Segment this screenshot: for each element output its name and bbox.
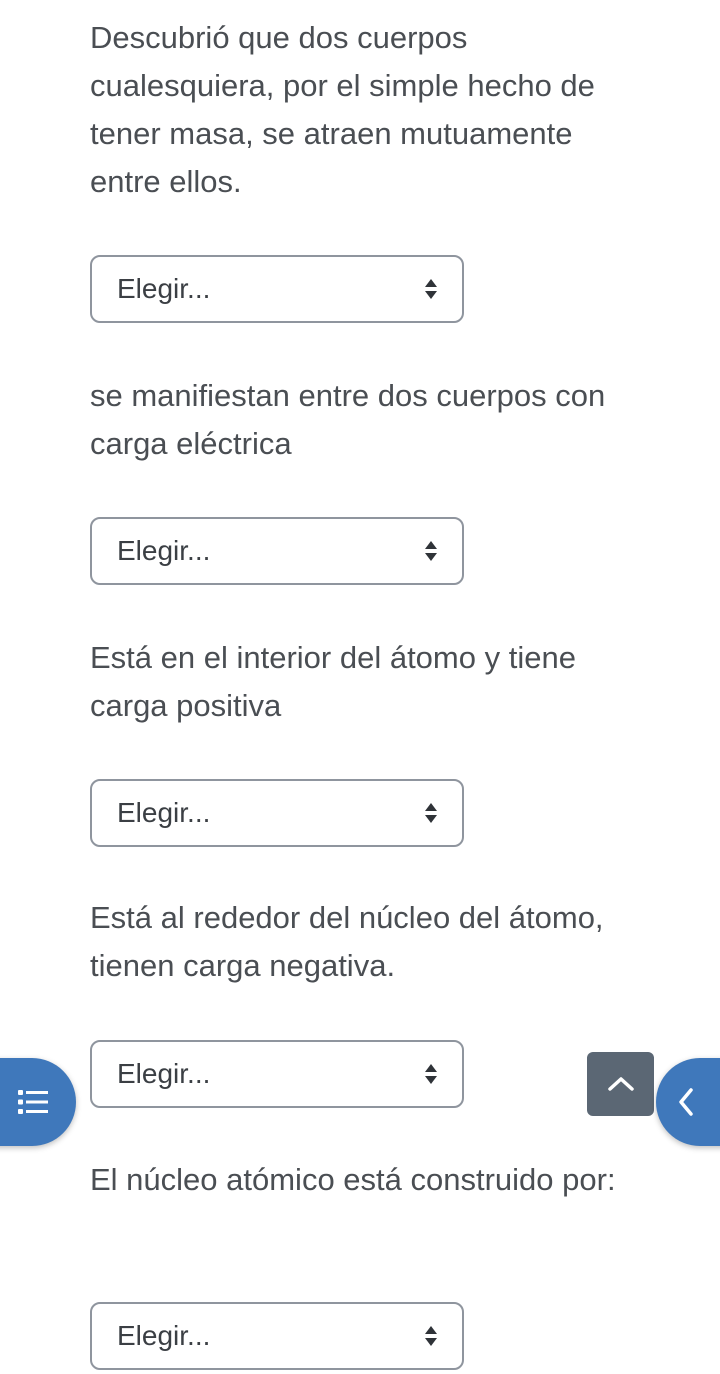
block-drawer-toggle-button[interactable]	[656, 1058, 720, 1146]
question-text-1: Descubrió que dos cuerpos cualesquiera, …	[90, 20, 595, 199]
sort-arrows-icon	[425, 1326, 437, 1346]
answer-select-1[interactable]: Elegir...	[90, 255, 464, 323]
select-value: Elegir...	[117, 1320, 211, 1351]
sort-arrows-icon	[425, 279, 437, 299]
answer-select-4[interactable]: Elegir...	[90, 1040, 464, 1108]
sort-arrows-icon	[425, 1064, 437, 1084]
select-value: Elegir...	[117, 273, 211, 304]
sort-arrows-icon	[425, 803, 437, 823]
course-index-toggle-button[interactable]	[0, 1058, 76, 1146]
sort-arrows-icon	[425, 541, 437, 561]
select-value: Elegir...	[117, 1058, 211, 1089]
list-icon	[18, 1090, 48, 1114]
chevron-left-icon	[679, 1088, 693, 1116]
question-text-4: Está al rededor del núcleo del átomo, ti…	[90, 900, 604, 983]
back-to-top-button[interactable]	[587, 1052, 654, 1116]
select-value: Elegir...	[117, 797, 211, 828]
answer-select-5[interactable]: Elegir...	[90, 1302, 464, 1370]
answer-select-3[interactable]: Elegir...	[90, 779, 464, 847]
select-value: Elegir...	[117, 535, 211, 566]
answer-select-2[interactable]: Elegir...	[90, 517, 464, 585]
question-text-2: se manifiestan entre dos cuerpos con car…	[90, 378, 606, 461]
question-text-3: Está en el interior del átomo y tiene ca…	[90, 640, 576, 723]
question-text-5: El núcleo atómico está construido por:	[90, 1162, 616, 1197]
chevron-up-icon	[607, 1077, 634, 1091]
